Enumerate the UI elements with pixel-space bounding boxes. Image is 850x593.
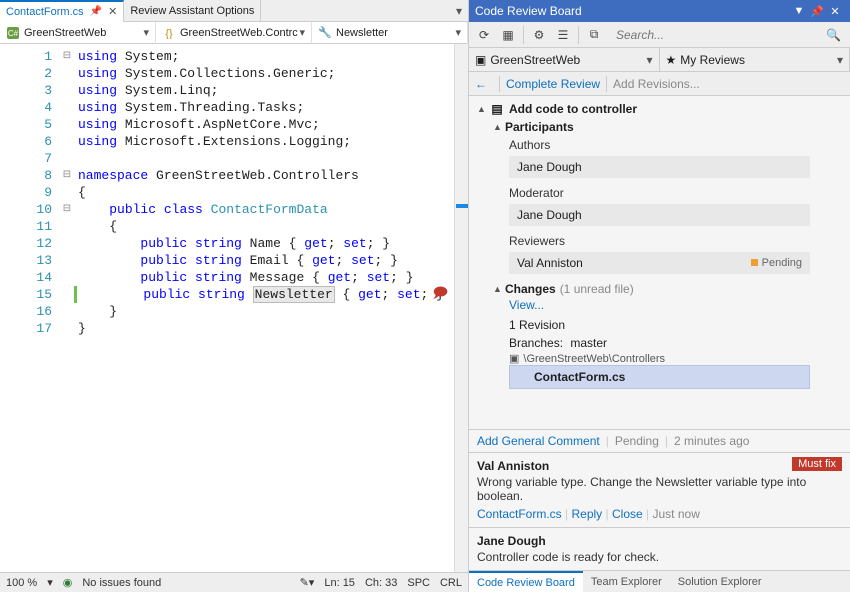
review-tree: ▲ ▤ Add code to controller ▲ Participant… [469,96,850,429]
search-icon[interactable]: 🔍 [826,28,841,42]
namespace-icon: {} [162,26,176,40]
document-icon: ▤ [489,102,505,116]
tab-team-explorer[interactable]: Team Explorer [583,571,670,593]
comment-marker-icon[interactable]: 🗩 [432,286,448,303]
check-icon: ◉ [63,576,73,589]
issues-status: No issues found [82,577,161,589]
branches-label: Branches: [509,336,563,350]
participants-section[interactable]: ▲ Participants [469,118,850,136]
search-box[interactable]: 🔍 [611,27,846,43]
gear-icon[interactable]: ⚙ [528,25,550,45]
changes-section[interactable]: ▲ Changes (1 unread file) [469,280,850,298]
moderator-label: Moderator [469,184,850,202]
filter-combo[interactable]: ★ My Reviews ▾ [660,48,850,71]
copy-icon[interactable]: ⧉ [583,25,605,45]
chevron-down-icon: ▾ [638,53,652,67]
panel-title: Code Review Board [475,4,582,18]
scrollbar[interactable] [454,44,468,572]
review-task[interactable]: ▲ ▤ Add code to controller [469,100,850,118]
reviewers-label: Reviewers [469,232,850,250]
folder-icon: ▣ [509,352,519,365]
review-comment: Val AnnistonMust fix Wrong variable type.… [469,452,850,527]
revision-count: 1 Revision [469,318,850,332]
close-icon[interactable]: ✕ [826,5,844,18]
time-label: 2 minutes ago [674,434,749,448]
document-tabs: ContactForm.cs 📌 ✕ Review Assistant Opti… [0,0,468,22]
review-actions: ← Complete Review Add Revisions... [469,72,850,96]
brush-icon[interactable]: ✎▾ [300,576,315,589]
star-icon: ★ [666,53,677,67]
caret-icon: ▲ [493,284,505,294]
must-fix-badge: Must fix [792,457,842,471]
comment-action[interactable]: Reply [572,507,603,521]
svg-text:{}: {} [165,28,173,39]
reviewer-chip[interactable]: Val Anniston Pending [509,252,810,274]
breadcrumb-project[interactable]: C# GreenStreetWeb ▾ [0,22,156,44]
pin-icon[interactable]: 📌 [808,5,826,18]
moderator-chip[interactable]: Jane Dough [509,204,810,226]
search-input[interactable] [616,28,826,42]
review-footer: Add General Comment | Pending | 2 minute… [469,429,850,452]
window-dropdown-icon[interactable]: ▼ [790,5,808,17]
tab-code-review-board[interactable]: Code Review Board [469,571,583,593]
chevron-down-icon: ▾ [829,53,843,67]
changed-file[interactable]: ContactForm.cs [509,365,810,389]
add-revisions-link[interactable]: Add Revisions... [613,77,700,91]
pin-icon[interactable]: 📌 [90,6,102,17]
project-combo[interactable]: ▣ GreenStreetWeb ▾ [469,48,660,71]
add-comment-link[interactable]: Add General Comment [477,434,600,448]
csharp-icon: C# [6,26,20,40]
code-editor[interactable]: 1234567891011121314151617 ⊟⊟⊟ using Syst… [0,44,468,572]
tool-window-tabs: Code Review Board Team Explorer Solution… [469,570,850,592]
project-icon: ▣ [475,53,486,67]
reviewer-status: Pending [751,257,802,269]
comment-action[interactable]: Close [612,507,643,521]
caret-icon: ▲ [477,104,489,114]
status-bar: 100 % ▾ ◉ No issues found ✎▾ Ln: 15 Ch: … [0,572,468,592]
new-review-icon[interactable]: ▦ [497,25,519,45]
review-comment: Jane Dough Controller code is ready for c… [469,527,850,570]
line-ending[interactable]: CRL [440,577,462,589]
branch-name: master [570,336,607,350]
comment-author: Val Anniston [477,459,842,473]
authors-label: Authors [469,136,850,154]
comment-author: Jane Dough [477,534,842,548]
tab-review-options[interactable]: Review Assistant Options [124,0,261,22]
review-toolbar: ⟳ ▦ ⚙ ☰ ⧉ 🔍 [469,22,850,48]
folder-row[interactable]: ▣ \GreenStreetWeb\Controllers [509,352,810,365]
comment-text: Controller code is ready for check. [477,550,842,564]
svg-text:C#: C# [8,29,19,38]
char-number[interactable]: Ch: 33 [365,577,397,589]
tab-label: ContactForm.cs [6,6,84,18]
tab-solution-explorer[interactable]: Solution Explorer [670,571,770,593]
zoom-dropdown-icon[interactable]: ▾ [47,576,53,589]
caret-icon: ▲ [493,122,505,132]
comment-file-link[interactable]: ContactForm.cs [477,507,562,521]
indent-mode[interactable]: SPC [407,577,430,589]
line-number[interactable]: Ln: 15 [324,577,355,589]
author-chip[interactable]: Jane Dough [509,156,810,178]
chevron-down-icon: ▾ [299,26,305,39]
complete-review-link[interactable]: Complete Review [506,77,600,91]
refresh-icon[interactable]: ⟳ [473,25,495,45]
view-link[interactable]: View... [509,298,544,312]
comment-text: Wrong variable type. Change the Newslett… [477,475,842,503]
comment-time: Just now [653,507,700,521]
tab-contactform[interactable]: ContactForm.cs 📌 ✕ [0,0,124,22]
list-icon[interactable]: ☰ [552,25,574,45]
panel-title-bar: Code Review Board ▼ 📌 ✕ [469,0,850,22]
breadcrumb: C# GreenStreetWeb ▾ {} GreenStreetWeb.Co… [0,22,468,44]
breadcrumb-member[interactable]: 🔧 Newsletter ▾ [312,22,468,44]
chevron-down-icon: ▾ [143,26,149,39]
chevron-down-icon: ▾ [455,26,461,39]
pending-label: Pending [615,434,659,448]
zoom-level[interactable]: 100 % [6,577,37,589]
breadcrumb-namespace[interactable]: {} GreenStreetWeb.Contrc ▾ [156,22,312,44]
wrench-icon: 🔧 [318,26,332,40]
back-icon[interactable]: ← [475,77,487,91]
close-icon[interactable]: ✕ [108,5,117,18]
tab-overflow-icon[interactable]: ▾ [450,4,468,18]
tab-label: Review Assistant Options [130,5,254,17]
review-filters: ▣ GreenStreetWeb ▾ ★ My Reviews ▾ [469,48,850,72]
